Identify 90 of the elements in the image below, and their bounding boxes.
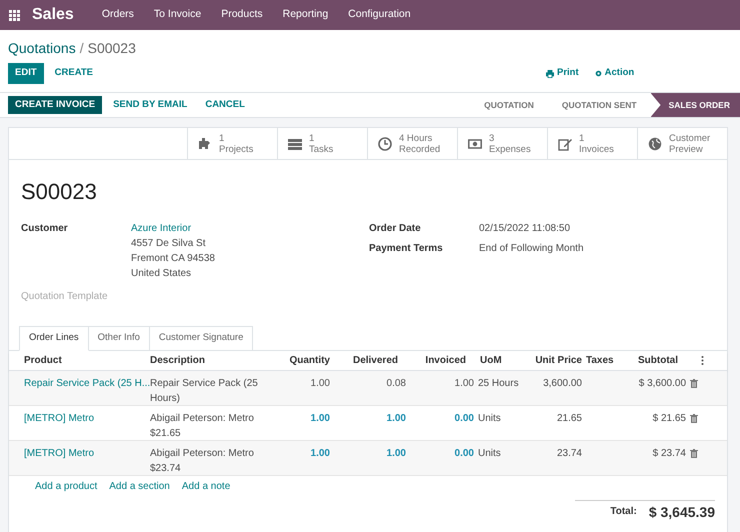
settings-icon (594, 70, 602, 77)
edit-icon (558, 136, 572, 150)
breadcrumb-separator: / (80, 38, 84, 58)
menu-item[interactable]: Reporting (282, 7, 328, 23)
smart-button[interactable]: 1 Projects (187, 128, 277, 159)
table-cell-text: $ 21.65 (652, 412, 686, 426)
stacked-bars-icon (288, 136, 302, 150)
globe-icon (648, 136, 662, 150)
customer-link[interactable]: Azure Interior (131, 221, 192, 236)
address-line: United States (131, 267, 192, 281)
table-cell-text: 0.00 (454, 412, 474, 426)
status-stage[interactable]: SALES ORDER (650, 93, 740, 117)
status-stage[interactable]: QUOTATION (470, 93, 548, 117)
breadcrumb-link[interactable]: Quotations (8, 38, 76, 58)
table-cell-text: 1.00 (454, 377, 474, 391)
menu-item[interactable]: Configuration (348, 7, 411, 23)
add-line-link[interactable]: Add a note (182, 479, 230, 494)
smart-button[interactable]: Customer Preview (637, 128, 727, 159)
table-cell-text: Repair Service Pack (25 Hours) (150, 377, 259, 406)
table-cell-text: 1.00 (386, 412, 406, 426)
kebab-menu-icon[interactable] (701, 356, 704, 365)
apps-menu-icon[interactable] (9, 10, 20, 20)
smart-button[interactable]: 1 Invoices (547, 128, 637, 159)
column-header[interactable]: Invoiced (406, 353, 474, 368)
print-icon (546, 70, 554, 78)
table-cell-text: Abigail Peterson: Metro $21.65 (150, 412, 255, 441)
total-label: Total: (610, 505, 637, 519)
record-title: S00023 (21, 178, 97, 206)
column-header[interactable]: Product (24, 353, 150, 368)
smart-button[interactable]: 1 Tasks (277, 128, 367, 159)
table-cell-text: 21.65 (556, 412, 582, 426)
field-value: End of Following Month (479, 242, 584, 256)
action-menu-button[interactable]: Action (594, 66, 634, 81)
puzzle-icon (198, 136, 212, 150)
workflow-button[interactable]: SEND BY EMAIL (106, 96, 194, 114)
workflow-button[interactable]: CREATE INVOICE (8, 96, 102, 114)
smart-button[interactable]: 3 Expenses (457, 128, 547, 159)
table-cell-text: 1.00 (310, 377, 330, 391)
tab[interactable]: Customer Signature (150, 326, 254, 351)
table-cell-text: 1.00 (386, 447, 406, 461)
table-cell-text: 23.74 (556, 447, 582, 461)
field-label: Payment Terms (369, 242, 444, 256)
table-cell-text: 0.08 (386, 377, 406, 391)
field-value: 02/15/2022 11:08:50 (479, 222, 570, 236)
column-header[interactable]: Unit Price (530, 353, 582, 368)
total-amount: $ 3,645.39 (648, 504, 715, 520)
field-label: Quotation Template (21, 290, 108, 304)
product-link[interactable]: Repair Service Pack (25 H... (24, 376, 150, 391)
column-header[interactable]: Quantity (270, 353, 330, 368)
field-label: Order Date (369, 222, 422, 236)
table-cell-text: 3,600.00 (542, 377, 582, 391)
trash-icon[interactable] (690, 414, 698, 423)
table-cell-text: Units (477, 412, 502, 426)
column-header[interactable]: Description (150, 353, 270, 368)
address-line: 4557 De Silva St (131, 237, 206, 251)
product-link[interactable]: [METRO] Metro (24, 446, 150, 461)
menu-item[interactable]: Products (221, 7, 263, 23)
trash-icon[interactable] (690, 449, 698, 458)
app-title: Sales (32, 5, 74, 25)
edit-button[interactable]: EDIT (8, 63, 44, 84)
tab[interactable]: Order Lines (19, 326, 89, 351)
field-label: Customer (21, 222, 69, 236)
breadcrumb-current: S00023 (88, 38, 136, 58)
trash-icon[interactable] (690, 379, 698, 388)
add-line-link[interactable]: Add a section (109, 479, 170, 494)
table-cell-text: Abigail Peterson: Metro $23.74 (150, 447, 255, 476)
table-cell-text: $ 3,600.00 (638, 377, 686, 391)
column-header[interactable]: UoM (474, 353, 530, 368)
table-cell-text: Units (477, 447, 502, 461)
add-line-link[interactable]: Add a product (35, 479, 98, 494)
column-header[interactable]: Delivered (330, 353, 406, 368)
table-cell-text: 25 Hours (477, 377, 520, 391)
menu-item[interactable]: Orders (102, 7, 134, 23)
menu-item[interactable]: To Invoice (154, 7, 202, 23)
clock-icon (378, 136, 392, 150)
table-cell-text: 1.00 (310, 447, 330, 461)
create-button[interactable]: CREATE (48, 63, 100, 84)
address-line: Fremont CA 94538 (131, 252, 215, 266)
status-stage[interactable]: QUOTATION SENT (548, 93, 651, 117)
tab[interactable]: Other Info (88, 326, 150, 351)
column-header[interactable]: Subtotal (623, 353, 686, 368)
column-header[interactable]: Taxes (582, 353, 623, 368)
print-button[interactable]: Print (546, 66, 579, 81)
table-cell-text: 0.00 (454, 447, 474, 461)
table-cell-text: $ 23.74 (652, 447, 686, 461)
banknote-icon (468, 136, 482, 150)
smart-button[interactable]: 4 Hours Recorded (367, 128, 457, 159)
product-link[interactable]: [METRO] Metro (24, 411, 150, 426)
table-cell-text: 1.00 (310, 412, 330, 426)
workflow-button[interactable]: CANCEL (198, 96, 252, 114)
